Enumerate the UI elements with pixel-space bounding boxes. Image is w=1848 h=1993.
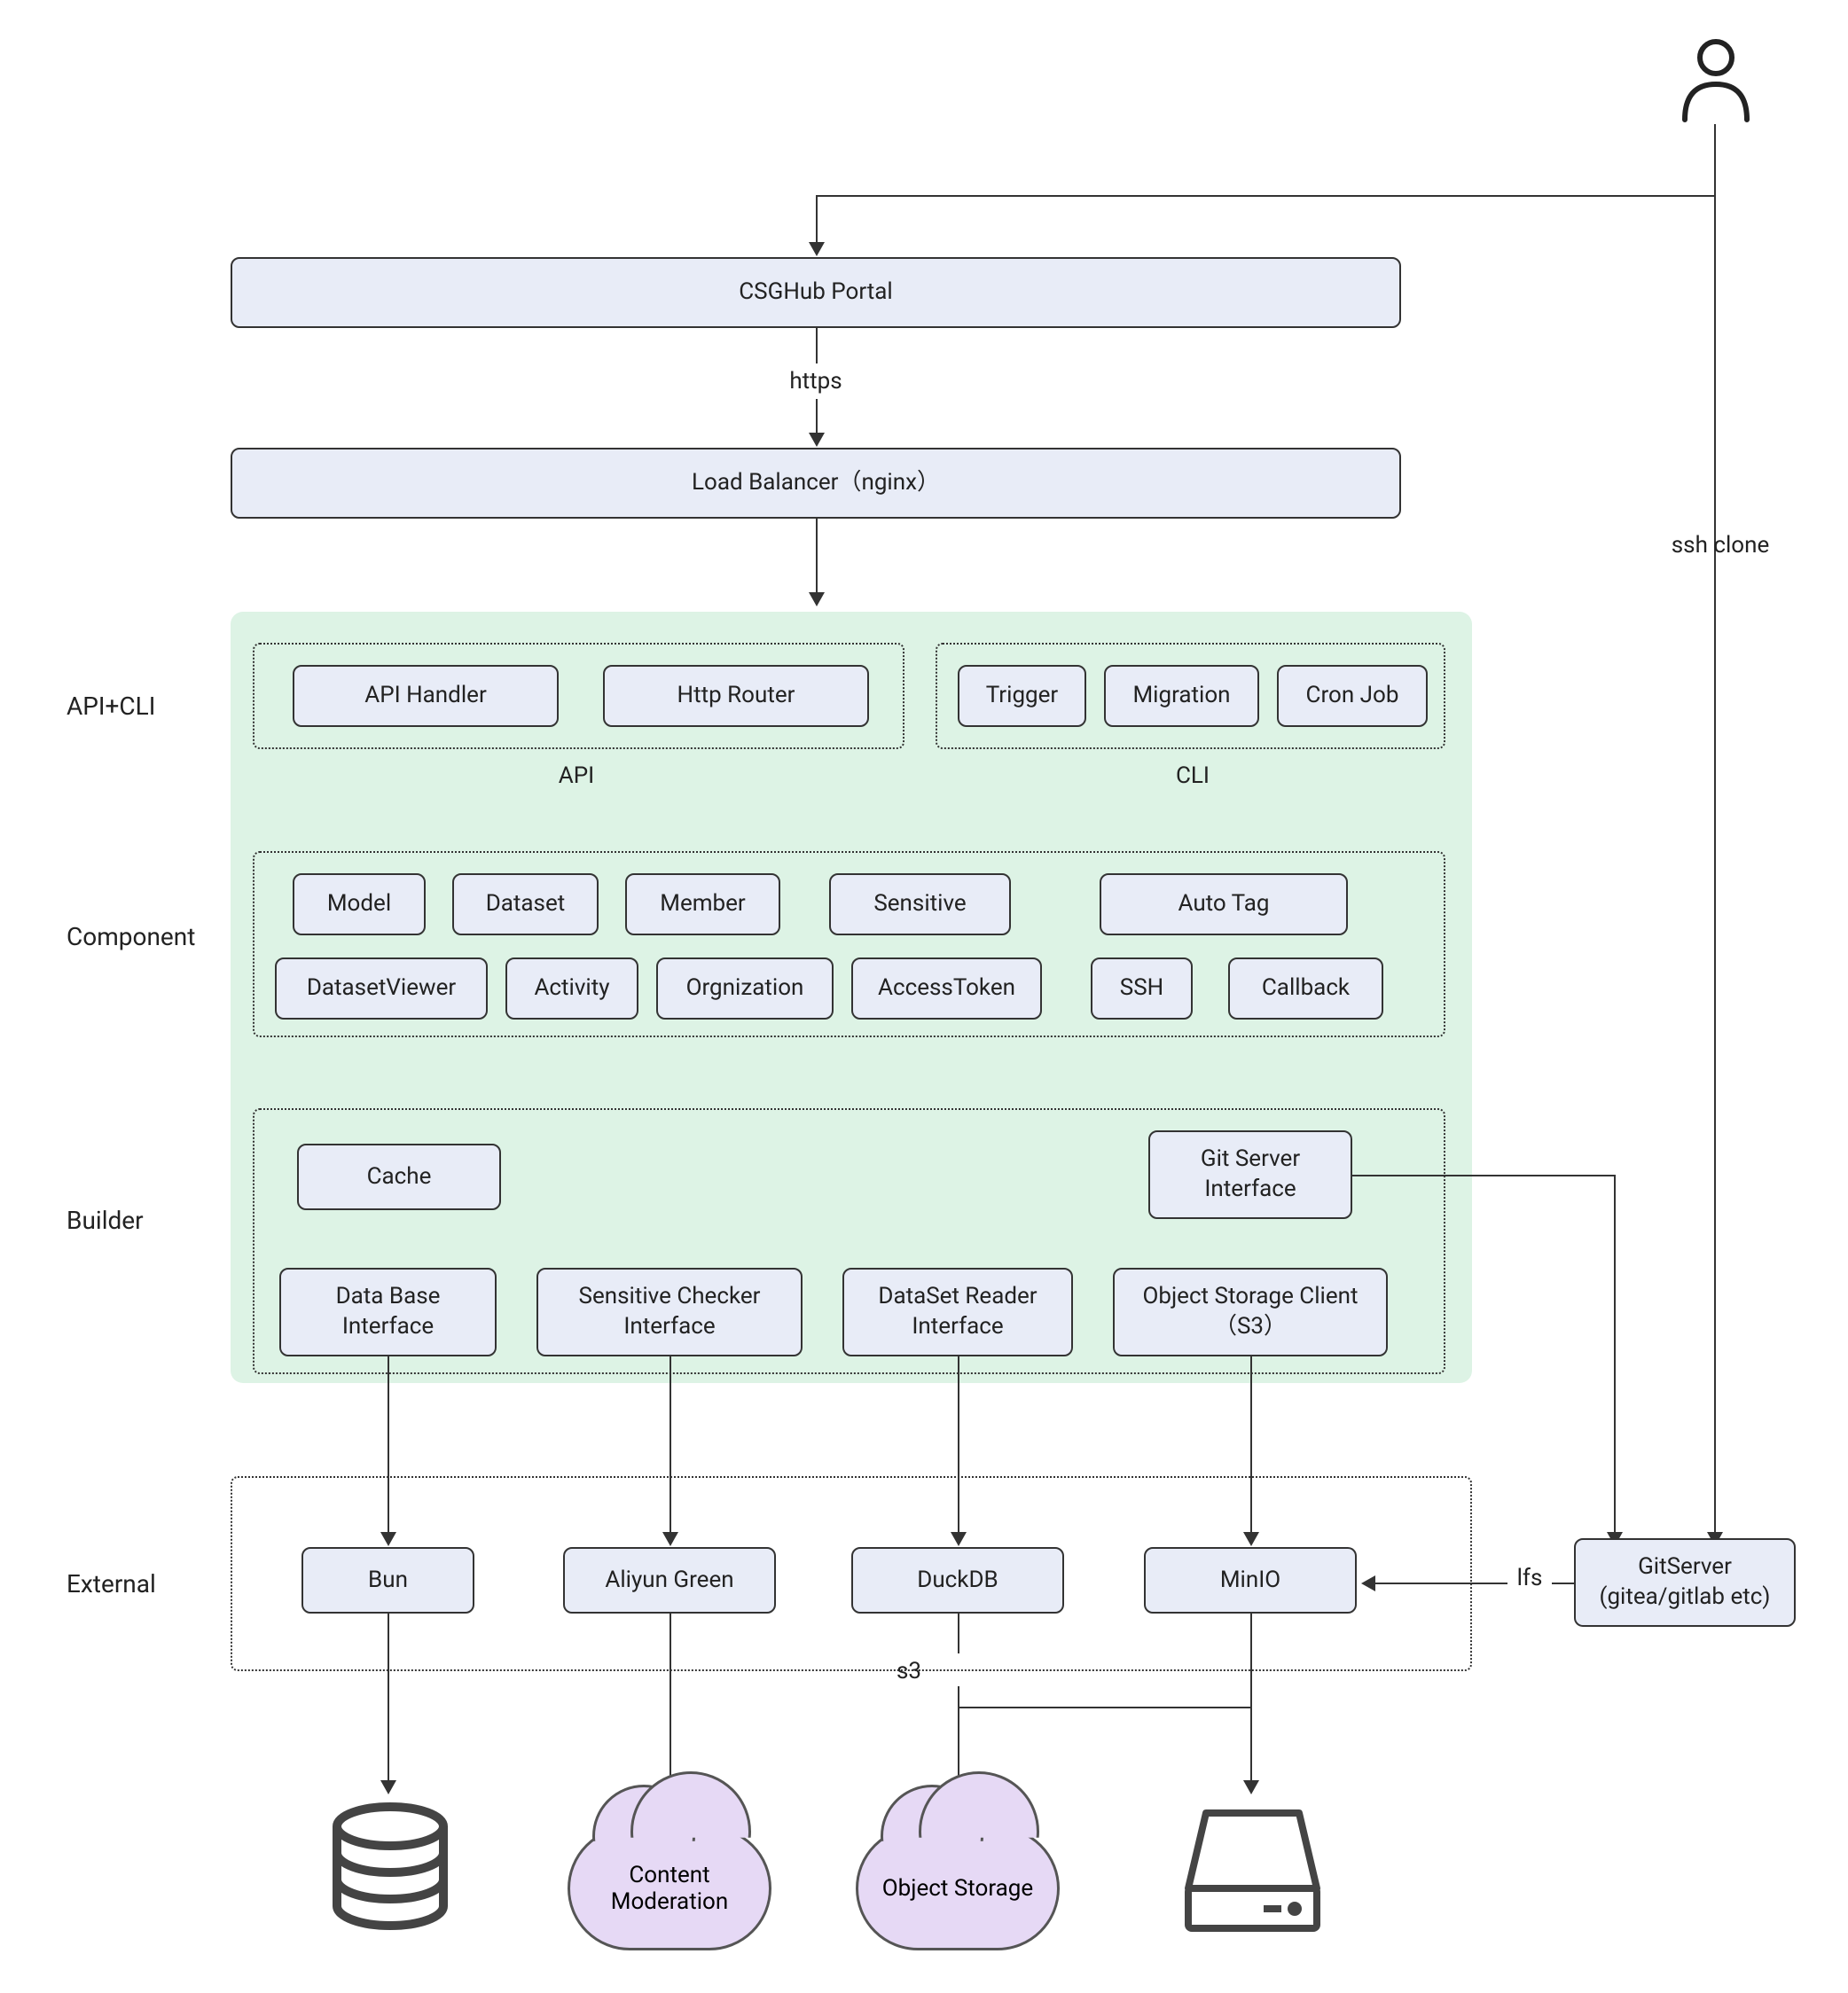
member-box: Member (625, 873, 780, 935)
http-router-box: Http Router (603, 665, 869, 727)
object-storage-label: Object Storage (882, 1875, 1033, 1902)
minio-box: MinIO (1144, 1547, 1357, 1614)
cache-box: Cache (297, 1144, 501, 1210)
content-moderation-label: Content Moderation (570, 1862, 769, 1915)
load-balancer-label: Load Balancer（nginx） (692, 468, 940, 498)
cache-label: Cache (367, 1162, 432, 1192)
migration-box: Migration (1104, 665, 1259, 727)
ssh-clone-label: ssh clone (1658, 532, 1782, 559)
csghub-portal-label: CSGHub Portal (739, 277, 892, 308)
migration-label: Migration (1132, 681, 1230, 711)
activity-label: Activity (534, 973, 609, 1004)
member-label: Member (660, 889, 745, 919)
trigger-box: Trigger (958, 665, 1086, 727)
dataset-box: Dataset (452, 873, 599, 935)
http-router-label: Http Router (677, 681, 795, 711)
content-moderation-cloud: Content Moderation (568, 1826, 771, 1950)
database-icon (319, 1800, 461, 1945)
auto-tag-box: Auto Tag (1100, 873, 1348, 935)
ssh-box: SSH (1091, 957, 1193, 1020)
access-token-label: AccessToken (878, 973, 1015, 1004)
user-icon (1676, 35, 1756, 128)
gitserver-box: GitServer (gitea/gitlab etc) (1574, 1538, 1796, 1627)
sensitive-checker-interface-box: Sensitive Checker Interface (536, 1268, 803, 1356)
trigger-label: Trigger (986, 681, 1059, 711)
cli-sublabel: CLI (1166, 762, 1219, 789)
cron-job-label: Cron Job (1306, 681, 1399, 711)
component-label: Component (67, 922, 195, 951)
auto-tag-label: Auto Tag (1178, 889, 1270, 919)
ssh-label: SSH (1120, 973, 1163, 1004)
dataset-reader-interface-label: DataSet Reader Interface (853, 1282, 1062, 1342)
organization-box: Orgnization (656, 957, 834, 1020)
bun-box: Bun (301, 1547, 474, 1614)
database-interface-label: Data Base Interface (290, 1282, 486, 1342)
model-box: Model (293, 873, 426, 935)
activity-box: Activity (505, 957, 638, 1020)
sensitive-label: Sensitive (873, 889, 966, 919)
api-handler-box: API Handler (293, 665, 559, 727)
gitserver-label: GitServer (gitea/gitlab etc) (1585, 1552, 1785, 1613)
api-sublabel: API (550, 762, 603, 789)
callback-label: Callback (1262, 973, 1350, 1004)
duckdb-label: DuckDB (917, 1566, 998, 1596)
csghub-portal-box: CSGHub Portal (231, 257, 1401, 328)
bun-label: Bun (368, 1566, 408, 1596)
minio-label: MinIO (1220, 1566, 1280, 1596)
access-token-box: AccessToken (851, 957, 1042, 1020)
git-server-interface-box: Git Server Interface (1148, 1130, 1352, 1219)
organization-label: Orgnization (686, 973, 804, 1004)
https-label: https (771, 368, 860, 395)
callback-box: Callback (1228, 957, 1383, 1020)
builder-label: Builder (67, 1206, 144, 1235)
sensitive-box: Sensitive (829, 873, 1011, 935)
s3-label: s3 (887, 1658, 931, 1684)
external-label: External (67, 1569, 156, 1598)
api-handler-label: API Handler (364, 681, 487, 711)
object-storage-client-label: Object Storage Client（S3） (1124, 1282, 1377, 1342)
dataset-viewer-label: DatasetViewer (307, 973, 456, 1004)
duckdb-box: DuckDB (851, 1547, 1064, 1614)
object-storage-cloud: Object Storage (856, 1826, 1060, 1950)
dataset-viewer-box: DatasetViewer (275, 957, 488, 1020)
model-label: Model (327, 889, 391, 919)
architecture-diagram: CSGHub Portal https Load Balancer（nginx）… (35, 35, 1813, 1958)
cron-job-box: Cron Job (1277, 665, 1428, 727)
dataset-label: Dataset (486, 889, 566, 919)
aliyun-green-box: Aliyun Green (563, 1547, 776, 1614)
dataset-reader-interface-box: DataSet Reader Interface (842, 1268, 1073, 1356)
database-interface-box: Data Base Interface (279, 1268, 497, 1356)
load-balancer-box: Load Balancer（nginx） (231, 448, 1401, 519)
aliyun-green-label: Aliyun Green (605, 1566, 733, 1596)
sensitive-checker-interface-label: Sensitive Checker Interface (547, 1282, 792, 1342)
lfs-label: lfs (1507, 1565, 1552, 1591)
api-cli-label: API+CLI (67, 692, 155, 721)
git-server-interface-label: Git Server Interface (1159, 1145, 1342, 1205)
disk-icon (1179, 1804, 1326, 1941)
object-storage-client-box: Object Storage Client（S3） (1113, 1268, 1388, 1356)
